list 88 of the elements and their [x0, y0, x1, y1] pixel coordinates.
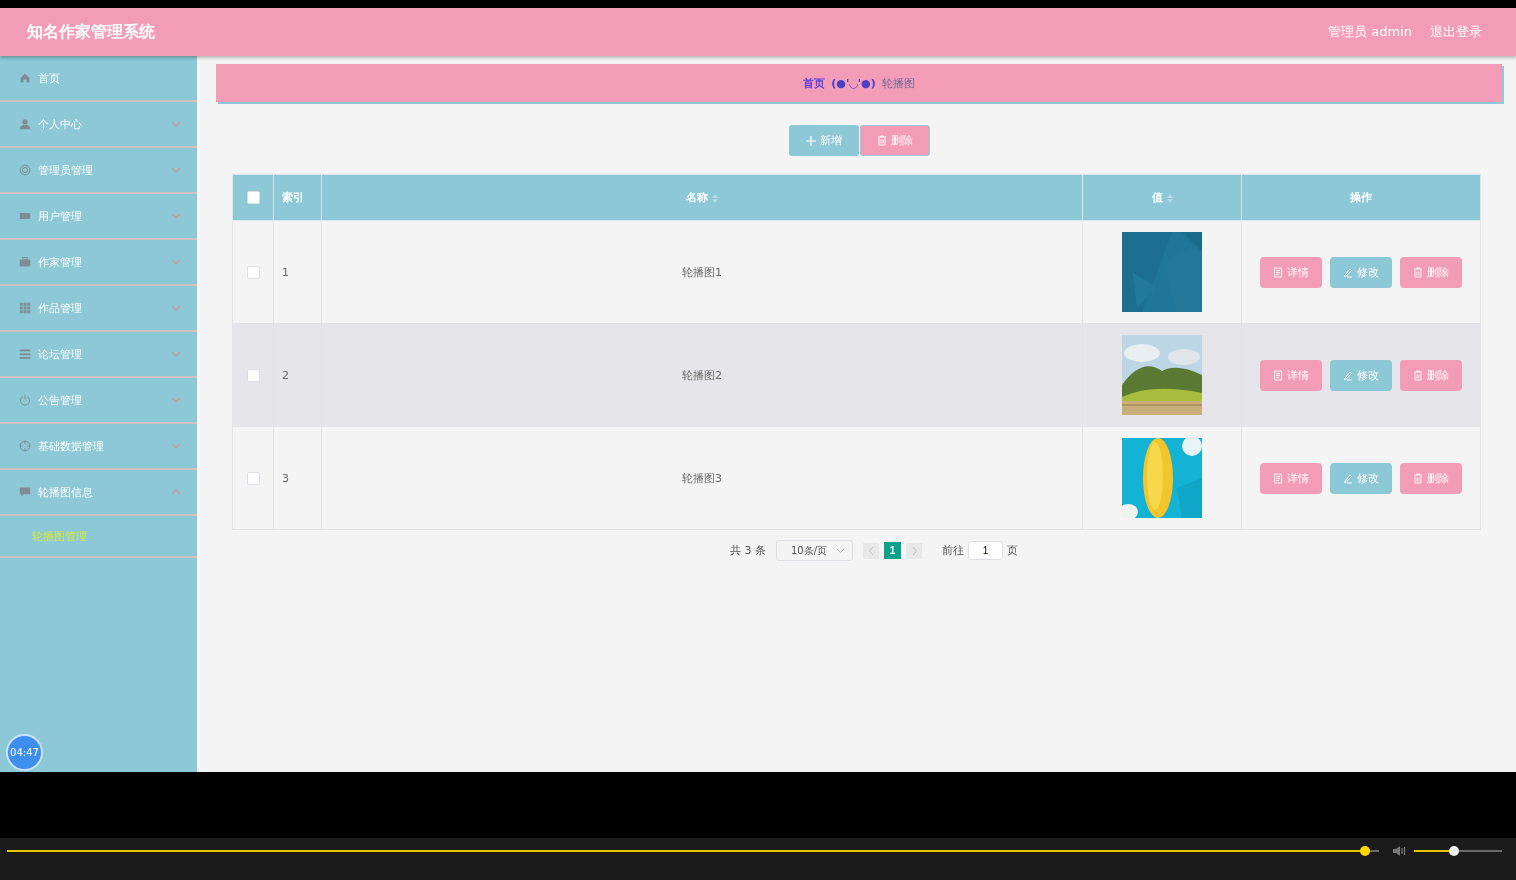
chevron-right-icon	[911, 546, 917, 555]
index-cell: 1	[282, 265, 289, 279]
chevron-icon	[171, 351, 181, 357]
row-checkbox[interactable]	[246, 265, 260, 279]
sidebar-item[interactable]: 作家管理	[0, 240, 197, 286]
chevron-icon	[171, 259, 181, 265]
sort-icon[interactable]	[712, 193, 718, 203]
chevron-icon	[171, 121, 181, 127]
chat-icon	[19, 486, 31, 498]
column-header: 操作	[1350, 191, 1372, 204]
volume-icon[interactable]	[1392, 845, 1408, 857]
ring-icon	[19, 164, 31, 176]
document-icon	[1273, 369, 1283, 381]
user-label: 管理员 admin	[1328, 23, 1412, 41]
chevron-icon	[837, 548, 844, 553]
sidebar-item[interactable]: 论坛管理	[0, 332, 197, 378]
column-header: 索引	[282, 191, 304, 204]
breadcrumb-current: 轮播图	[881, 75, 915, 91]
index-cell: 2	[282, 368, 289, 382]
row-checkbox[interactable]	[246, 368, 260, 382]
sidebar-item[interactable]: 首页	[0, 56, 197, 102]
trash-icon	[1413, 472, 1423, 484]
plus-icon	[805, 135, 816, 146]
delete-button[interactable]: 删除	[1400, 462, 1462, 494]
detail-button[interactable]: 详情	[1260, 462, 1322, 494]
page-unit-label: 页	[1007, 543, 1018, 558]
index-cell: 3	[282, 471, 289, 485]
next-page-button[interactable]	[906, 542, 922, 559]
chevron-icon	[171, 489, 181, 495]
chevron-icon	[171, 167, 181, 173]
page-button[interactable]: 1	[884, 542, 901, 559]
chevron-icon	[171, 213, 181, 219]
delete-button[interactable]: 删除	[1400, 256, 1462, 288]
ticket-icon	[19, 210, 31, 222]
crosshair-icon	[19, 440, 31, 452]
delete-button[interactable]: 删除	[1400, 359, 1462, 391]
submenu-item[interactable]: 轮播图管理	[32, 528, 87, 544]
chevron-icon	[171, 397, 181, 403]
document-icon	[1273, 472, 1283, 484]
name-cell: 轮播图1	[682, 265, 722, 279]
sidebar-item[interactable]: 管理员管理	[0, 148, 197, 194]
breadcrumb-link[interactable]: 首页	[803, 75, 826, 91]
sidebar-item[interactable]: 公告管理	[0, 378, 197, 424]
edit-button[interactable]: 修改	[1330, 462, 1392, 494]
list-icon	[19, 348, 31, 360]
page-size-select[interactable]: 10条/页	[776, 540, 853, 561]
prev-page-button[interactable]	[863, 542, 879, 559]
name-cell: 轮播图3	[682, 471, 722, 485]
select-all-checkbox[interactable]	[246, 191, 260, 205]
home-icon	[19, 72, 31, 84]
pencil-icon	[1343, 472, 1353, 484]
goto-label: 前往	[942, 543, 964, 558]
briefcase-icon	[19, 256, 31, 268]
delete-button[interactable]: 删除	[859, 125, 930, 156]
slider-thumb[interactable]	[1360, 846, 1371, 856]
trash-icon	[1413, 369, 1423, 381]
logout-link[interactable]: 退出登录	[1430, 23, 1482, 41]
detail-button[interactable]: 详情	[1260, 256, 1322, 288]
chevron-left-icon	[868, 546, 874, 555]
total-count: 共 3 条	[730, 543, 766, 558]
edit-button[interactable]: 修改	[1330, 359, 1392, 391]
document-icon	[1273, 266, 1283, 278]
chevron-icon	[171, 305, 181, 311]
trash-icon	[876, 135, 887, 146]
sort-icon[interactable]	[1166, 193, 1173, 203]
detail-button[interactable]: 详情	[1260, 359, 1322, 391]
sidebar-item[interactable]: 用户管理	[0, 194, 197, 240]
sidebar-item[interactable]: 个人中心	[0, 102, 197, 148]
breadcrumb-separator: (●'◡'●)	[831, 76, 876, 90]
name-cell: 轮播图2	[682, 368, 722, 382]
row-checkbox[interactable]	[246, 471, 260, 485]
pencil-icon	[1343, 369, 1353, 381]
trash-icon	[1413, 266, 1423, 278]
page-input[interactable]: 1	[968, 541, 1003, 560]
add-button[interactable]: 新增	[788, 125, 859, 156]
app-title: 知名作家管理系统	[27, 21, 156, 43]
slider-thumb[interactable]	[1448, 846, 1459, 856]
sidebar-item[interactable]: 基础数据管理	[0, 424, 197, 470]
power-icon	[19, 394, 31, 406]
sidebar-item[interactable]: 作品管理	[0, 286, 197, 332]
pencil-icon	[1343, 266, 1353, 278]
chevron-icon	[171, 443, 181, 449]
column-header[interactable]: 值	[1151, 191, 1163, 204]
sidebar-item[interactable]: 轮播图信息	[0, 470, 197, 516]
edit-button[interactable]: 修改	[1330, 256, 1392, 288]
grid-icon	[19, 302, 31, 314]
user-icon	[19, 118, 31, 130]
column-header[interactable]: 名称	[686, 191, 708, 204]
